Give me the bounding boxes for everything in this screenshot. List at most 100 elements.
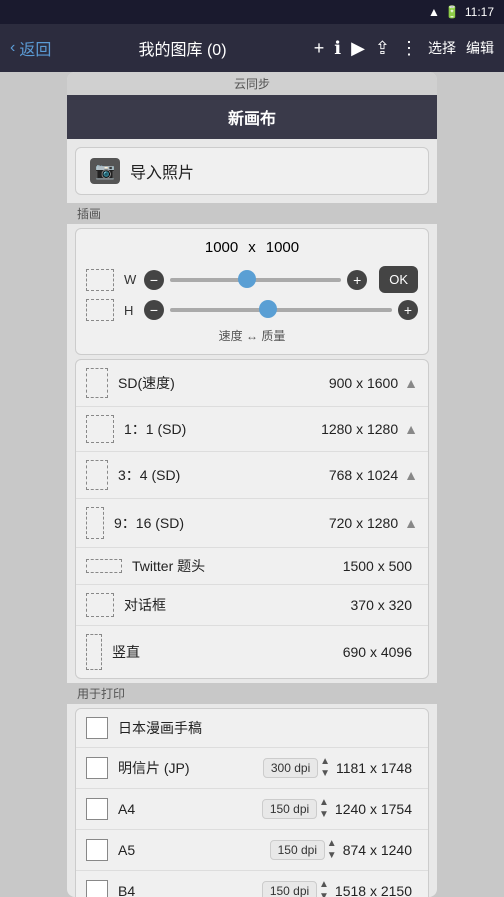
height-plus-button[interactable]: +	[398, 300, 418, 320]
camera-icon: 📷	[90, 158, 120, 184]
share-button[interactable]: ⇪	[375, 38, 390, 59]
preset-name-1: 1：1 (SD)	[124, 419, 321, 439]
a4-checkbox[interactable]	[86, 798, 108, 820]
wifi-icon: ▲	[428, 5, 440, 19]
width-thumb-icon	[86, 269, 114, 291]
preset-list: SD(速度) 900 x 1600 ▲ 1：1 (SD) 1280 x 1280…	[75, 359, 429, 679]
height-value: 1000	[266, 239, 299, 256]
a4-size: 1240 x 1754	[335, 801, 412, 817]
preset-size-5: 370 x 320	[351, 597, 413, 613]
b4-dpi-up[interactable]: ▲	[319, 879, 329, 891]
info-button[interactable]: ℹ	[334, 38, 341, 59]
preset-item-9-16-sd[interactable]: 9：16 (SD) 720 x 1280 ▲	[76, 499, 428, 548]
preset-size-1: 1280 x 1280	[321, 421, 398, 437]
import-label: 导入照片	[130, 159, 194, 183]
postcard-size: 1181 x 1748	[336, 760, 412, 776]
preset-size-4: 1500 x 500	[343, 558, 412, 574]
preset-size-6: 690 x 4096	[343, 644, 412, 660]
a5-dpi-up[interactable]: ▲	[327, 838, 337, 850]
nav-title: 我的图库 (0)	[51, 36, 313, 60]
preset-item-1-1-sd[interactable]: 1：1 (SD) 1280 x 1280 ▲	[76, 407, 428, 452]
new-canvas-modal: 云同步 新画布 📷 导入照片 插画 1000 x 1000 W	[67, 72, 437, 897]
preset-name-6: 竖直	[112, 642, 343, 662]
a4-dpi-down[interactable]: ▼	[319, 809, 329, 821]
speed-quality-label: 速度 ↔ 质量	[86, 327, 418, 344]
a5-dpi-down[interactable]: ▼	[327, 850, 337, 862]
back-button[interactable]: ‹ 返回	[10, 36, 51, 60]
preset-size-2: 768 x 1024	[329, 467, 398, 483]
height-slider[interactable]	[170, 308, 392, 312]
ok-button[interactable]: OK	[379, 266, 418, 293]
width-slider[interactable]	[170, 278, 341, 282]
add-button[interactable]: +	[314, 38, 325, 59]
a4-name: A4	[118, 801, 262, 817]
preset-item-3-4-sd[interactable]: 3：4 (SD) 768 x 1024 ▲	[76, 452, 428, 499]
preset-item-dialog[interactable]: 对话框 370 x 320	[76, 585, 428, 626]
postcard-dpi-up[interactable]: ▲	[320, 756, 330, 768]
modal-body: 📷 导入照片 插画 1000 x 1000 W −	[67, 139, 437, 897]
preset-name-4: Twitter 题头	[132, 556, 343, 576]
print-item-a5[interactable]: A5 150 dpi ▲ ▼ 874 x 1240	[76, 830, 428, 871]
a4-dpi-up[interactable]: ▲	[319, 797, 329, 809]
preset-size-3: 720 x 1280	[329, 515, 398, 531]
b4-dpi-down[interactable]: ▼	[319, 891, 329, 897]
postcard-dpi-arrows[interactable]: ▲ ▼	[320, 756, 330, 780]
edit-button[interactable]: 编辑	[466, 38, 494, 58]
b4-checkbox[interactable]	[86, 880, 108, 897]
width-value: 1000	[205, 239, 238, 256]
a4-dpi: 150 dpi	[262, 799, 317, 819]
preset-thumb-dialog	[86, 593, 114, 617]
preset-thumb-9-16	[86, 507, 104, 539]
preset-item-vertical[interactable]: 竖直 690 x 4096	[76, 626, 428, 678]
preset-thumb-twitter	[86, 559, 122, 573]
import-photo-section[interactable]: 📷 导入照片	[75, 147, 429, 195]
postcard-dpi: 300 dpi	[263, 758, 318, 778]
a5-checkbox[interactable]	[86, 839, 108, 861]
preset-thumb-3-4	[86, 460, 108, 490]
print-item-a4[interactable]: A4 150 dpi ▲ ▼ 1240 x 1754	[76, 789, 428, 830]
postcard-checkbox[interactable]	[86, 757, 108, 779]
width-slider-thumb[interactable]	[238, 270, 256, 288]
postcard-dpi-down[interactable]: ▼	[320, 768, 330, 780]
preset-arrow-1: ▲	[404, 421, 418, 437]
preset-item-sd-speed[interactable]: SD(速度) 900 x 1600 ▲	[76, 360, 428, 407]
b4-size: 1518 x 2150	[335, 883, 412, 897]
print-item-manga[interactable]: 日本漫画手稿	[76, 709, 428, 748]
preset-thumb-1-1	[86, 415, 114, 443]
back-label: 返回	[19, 36, 51, 60]
a5-dpi-wrapper: 150 dpi ▲ ▼	[270, 838, 337, 862]
nav-actions: + ℹ ▶ ⇪ ⋮ 选择 编辑	[314, 38, 494, 59]
preset-arrow-3: ▲	[404, 515, 418, 531]
more-button[interactable]: ⋮	[400, 38, 418, 59]
size-display: 1000 x 1000	[86, 239, 418, 256]
print-item-postcard[interactable]: 明信片 (JP) 300 dpi ▲ ▼ 1181 x 1748	[76, 748, 428, 789]
print-item-b4[interactable]: B4 150 dpi ▲ ▼ 1518 x 2150	[76, 871, 428, 897]
play-button[interactable]: ▶	[351, 38, 365, 59]
preset-name-2: 3：4 (SD)	[118, 465, 329, 485]
b4-name: B4	[118, 883, 262, 897]
print-section: 日本漫画手稿 明信片 (JP) 300 dpi ▲ ▼ 1181 x 1748	[75, 708, 429, 897]
preset-arrow-0: ▲	[404, 375, 418, 391]
postcard-name: 明信片 (JP)	[118, 758, 263, 778]
postcard-dpi-wrapper: 300 dpi ▲ ▼	[263, 756, 330, 780]
modal-header: 新画布	[67, 95, 437, 139]
manga-name: 日本漫画手稿	[118, 718, 418, 738]
preset-item-twitter[interactable]: Twitter 题头 1500 x 500	[76, 548, 428, 585]
a4-dpi-arrows[interactable]: ▲ ▼	[319, 797, 329, 821]
battery-icon: 🔋	[445, 5, 460, 19]
b4-dpi: 150 dpi	[262, 881, 317, 897]
height-minus-button[interactable]: −	[144, 300, 164, 320]
a5-dpi-arrows[interactable]: ▲ ▼	[327, 838, 337, 862]
manga-checkbox[interactable]	[86, 717, 108, 739]
preset-thumb-vertical	[86, 634, 102, 670]
a5-dpi: 150 dpi	[270, 840, 325, 860]
width-label: W	[124, 272, 138, 287]
height-thumb-icon	[86, 299, 114, 321]
height-slider-thumb[interactable]	[259, 300, 277, 318]
time: 11:17	[465, 5, 494, 19]
width-plus-button[interactable]: +	[347, 270, 367, 290]
section-illustration-label: 插画	[67, 203, 437, 224]
select-button[interactable]: 选择	[428, 38, 456, 58]
width-minus-button[interactable]: −	[144, 270, 164, 290]
b4-dpi-arrows[interactable]: ▲ ▼	[319, 879, 329, 897]
